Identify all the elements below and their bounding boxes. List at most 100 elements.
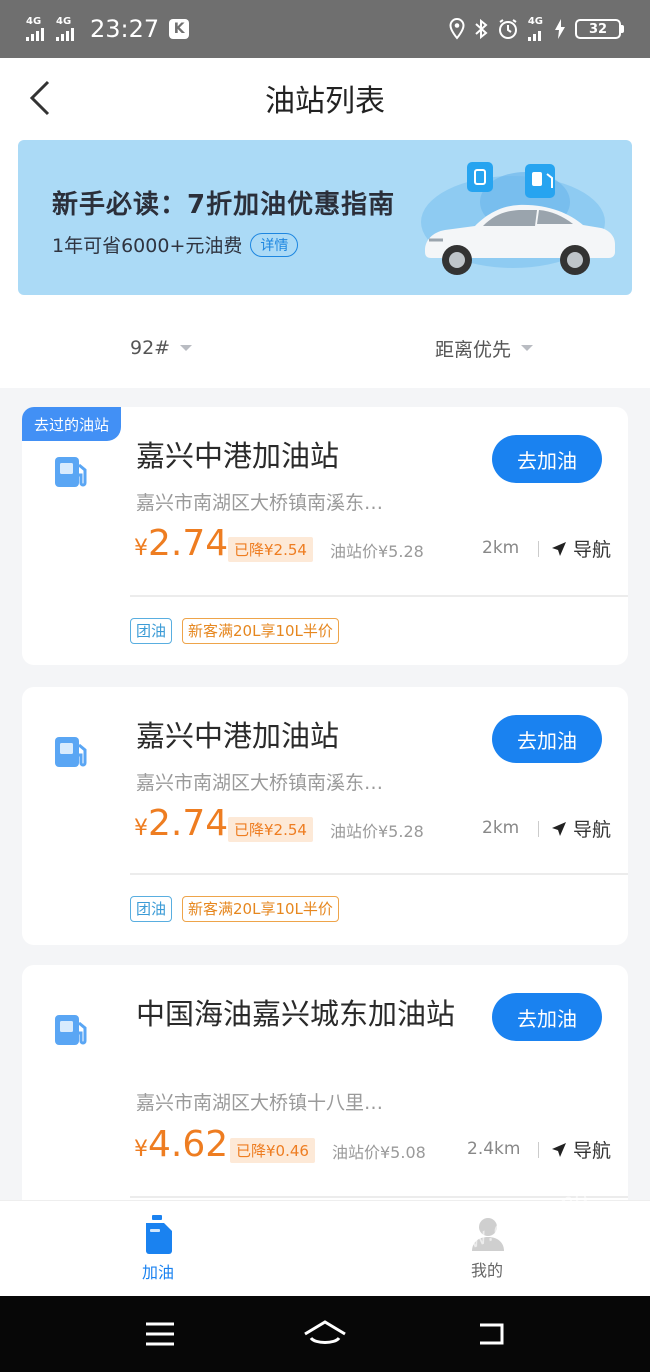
status-left: 4G 4G 23:27 K: [26, 15, 190, 43]
battery-level: 32: [575, 19, 621, 39]
home-icon[interactable]: [303, 1320, 347, 1348]
go-refuel-button[interactable]: 去加油: [492, 715, 602, 763]
station-price: 油站价¥5.08: [332, 1143, 426, 1162]
sort-label: 距离优先: [435, 338, 512, 361]
navigate-button[interactable]: 导航: [538, 815, 611, 842]
price-drop-tag: 已降¥2.54: [228, 817, 313, 842]
distance: 2km: [482, 818, 520, 838]
battery-icon: 32: [575, 19, 624, 39]
tab-mine-label: 我的: [471, 1260, 504, 1280]
tab-refuel-label: 加油: [142, 1262, 175, 1282]
menu-icon[interactable]: [144, 1321, 176, 1347]
currency: ¥: [134, 536, 148, 561]
promo-tags: 团油 新客满20L享10L半价: [130, 896, 339, 922]
station-address: 嘉兴市南湖区大桥镇南溪东…: [136, 772, 384, 794]
fuel-price: ¥4.62: [134, 1123, 228, 1172]
bottom-tab-bar: 加油 我的: [0, 1200, 650, 1296]
navigate-label: 导航: [573, 1140, 612, 1162]
network-type-3: 4G: [527, 16, 543, 27]
price-row: ¥2.74 已降¥2.54 油站价¥5.28 2km 导航: [134, 523, 614, 571]
fuel-type-label: 92#: [130, 337, 171, 359]
network-type: 4G: [26, 16, 42, 27]
status-right: 4G 32: [449, 17, 624, 41]
price-value: 2.74: [148, 523, 229, 564]
banner-subtitle: 1年可省6000+元油费 详情: [52, 231, 299, 258]
card-divider: [130, 1196, 628, 1198]
back-button[interactable]: [22, 78, 58, 118]
signal-icon: 4G: [26, 17, 44, 41]
navigate-label: 导航: [573, 819, 612, 841]
promo-banner[interactable]: 新手必读：7折加油优惠指南 1年可省6000+元油费 详情: [18, 140, 632, 295]
price-value: 4.62: [148, 1124, 229, 1165]
navigate-button[interactable]: 导航: [538, 1136, 611, 1163]
page-title: 油站列表: [265, 84, 385, 119]
bluetooth-icon: [475, 18, 488, 40]
tab-mine[interactable]: 我的: [325, 1201, 650, 1296]
group-oil-tag: 团油: [130, 896, 173, 922]
price-drop-tag: 已降¥2.54: [228, 537, 313, 562]
currency: ¥: [134, 1137, 148, 1162]
fuel-price: ¥2.74: [134, 802, 228, 851]
gas-pump-icon: [55, 1015, 87, 1045]
divider: [538, 540, 539, 557]
tab-refuel[interactable]: 加油: [0, 1201, 325, 1296]
group-oil-tag: 团油: [130, 618, 173, 644]
card-divider: [130, 595, 628, 597]
divider: [538, 820, 539, 837]
station-name: 中国海油嘉兴城东加油站: [136, 997, 456, 1031]
price-drop-tag: 已降¥0.46: [230, 1138, 315, 1163]
new-customer-tag: 新客满20L享10L半价: [182, 618, 339, 644]
banner-title: 新手必读：7折加油优惠指南: [52, 190, 396, 220]
signal-icon-2: 4G: [56, 17, 74, 41]
network-type-2: 4G: [56, 16, 72, 27]
signal-icon-3: 4G: [527, 16, 543, 41]
back-icon[interactable]: [474, 1321, 506, 1347]
caret-down-icon: [521, 345, 534, 351]
go-refuel-button[interactable]: 去加油: [492, 993, 602, 1041]
card-divider: [130, 873, 628, 875]
top-section: 新手必读：7折加油优惠指南 1年可省6000+元油费 详情 92# 距离优先: [0, 138, 650, 388]
fuel-price: ¥2.74: [134, 522, 228, 571]
car-illustration: [421, 162, 615, 275]
banner-subtitle-text: 1年可省6000+元油费: [52, 235, 243, 257]
k-app-icon: K: [169, 19, 190, 39]
station-card[interactable]: 嘉兴中港加油站 嘉兴市南湖区大桥镇南溪东… ¥2.74 已降¥2.54 油站价¥…: [22, 687, 628, 945]
detail-button[interactable]: 详情: [250, 233, 299, 257]
station-price: 油站价¥5.28: [330, 542, 424, 561]
status-bar: 4G 4G 23:27 K 4G 32: [0, 0, 650, 58]
gas-pump-icon: [55, 737, 87, 767]
location-icon: [449, 18, 465, 40]
fuel-can-icon: [146, 1214, 172, 1254]
header: 油站列表: [0, 58, 650, 138]
system-nav-bar: [0, 1296, 650, 1372]
new-customer-tag: 新客满20L享10L半价: [182, 896, 339, 922]
charging-icon: [555, 19, 565, 39]
chevron-left-icon: [29, 80, 50, 116]
distance: 2.4km: [467, 1139, 521, 1159]
station-address: 嘉兴市南湖区大桥镇十八里…: [136, 1092, 384, 1114]
navigation-arrow-icon: [552, 541, 566, 556]
visited-tag: 去过的油站: [22, 407, 122, 441]
navigate-label: 导航: [573, 539, 612, 561]
navigation-arrow-icon: [552, 1142, 566, 1157]
divider: [538, 1141, 539, 1158]
price-row: ¥4.62 已降¥0.46 油站价¥5.08 2.4km 导航: [134, 1124, 614, 1172]
price-row: ¥2.74 已降¥2.54 油站价¥5.28 2km 导航: [134, 803, 614, 851]
user-icon: [472, 1217, 504, 1251]
sort-filter[interactable]: 距离优先: [325, 325, 650, 371]
distance: 2km: [482, 538, 520, 558]
go-refuel-button[interactable]: 去加油: [492, 435, 602, 483]
station-address: 嘉兴市南湖区大桥镇南溪东…: [136, 492, 384, 514]
clock: 23:27: [90, 15, 160, 43]
currency: ¥: [134, 816, 148, 841]
station-name: 嘉兴中港加油站: [136, 439, 340, 473]
gas-pump-icon: [55, 457, 87, 487]
fuel-type-filter[interactable]: 92#: [0, 325, 325, 371]
station-name: 嘉兴中港加油站: [136, 719, 340, 753]
filter-bar: 92# 距离优先: [0, 325, 650, 371]
station-card[interactable]: 中国海油嘉兴城东加油站 嘉兴市南湖区大桥镇十八里… ¥4.62 已降¥0.46 …: [22, 965, 628, 1225]
navigate-button[interactable]: 导航: [538, 535, 611, 562]
caret-down-icon: [180, 345, 193, 351]
promo-tags: 团油 新客满20L享10L半价: [130, 618, 339, 644]
station-card[interactable]: 去过的油站 嘉兴中港加油站 嘉兴市南湖区大桥镇南溪东… ¥2.74 已降¥2.5…: [22, 407, 628, 665]
